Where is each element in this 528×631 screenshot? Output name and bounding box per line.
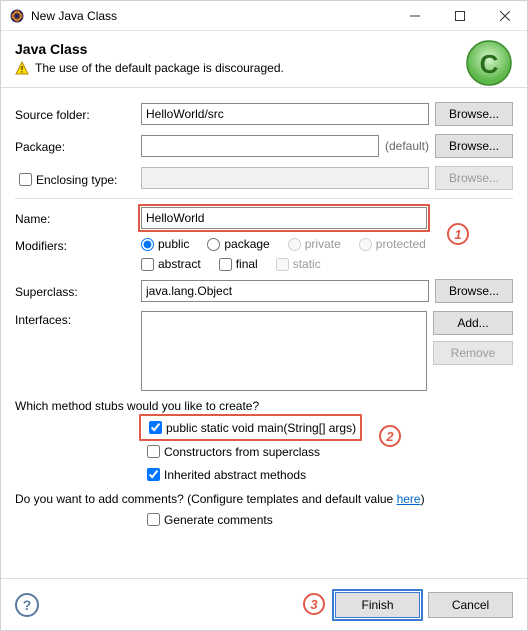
maximize-button[interactable] bbox=[437, 1, 482, 31]
interfaces-remove-button: Remove bbox=[433, 341, 513, 365]
eclipse-icon bbox=[9, 8, 25, 24]
package-input[interactable] bbox=[141, 135, 379, 157]
configure-templates-link[interactable]: here bbox=[397, 492, 421, 506]
interfaces-add-button[interactable]: Add... bbox=[433, 311, 513, 335]
titlebar: New Java Class bbox=[1, 1, 527, 31]
modifier-final-checkbox[interactable]: final bbox=[219, 257, 258, 271]
modifier-protected-radio: protected bbox=[359, 237, 426, 251]
source-folder-input[interactable] bbox=[141, 103, 429, 125]
window-title: New Java Class bbox=[31, 9, 117, 23]
finish-button[interactable]: Finish bbox=[335, 592, 420, 618]
help-icon[interactable]: ? bbox=[15, 593, 39, 617]
method-stubs-question: Which method stubs would you like to cre… bbox=[15, 399, 513, 413]
source-folder-browse-button[interactable]: Browse... bbox=[435, 102, 513, 126]
modifier-private-radio: private bbox=[288, 237, 341, 251]
dialog-header: Java Class The use of the default packag… bbox=[1, 31, 527, 88]
stub-main-checkbox[interactable]: public static void main(String[] args) bbox=[145, 421, 356, 435]
package-default-text: (default) bbox=[385, 139, 429, 153]
enclosing-type-browse-button: Browse... bbox=[435, 166, 513, 190]
enclosing-type-label[interactable]: Enclosing type: bbox=[15, 168, 135, 189]
superclass-browse-button[interactable]: Browse... bbox=[435, 279, 513, 303]
modifiers-label: Modifiers: bbox=[15, 237, 135, 253]
dialog-footer: ? Finish Cancel bbox=[1, 578, 527, 630]
modifier-static-checkbox: static bbox=[276, 257, 321, 271]
comments-question: Do you want to add comments? (Configure … bbox=[15, 492, 513, 506]
minimize-button[interactable] bbox=[392, 1, 437, 31]
class-wizard-icon: C bbox=[463, 37, 515, 89]
header-title: Java Class bbox=[15, 41, 513, 57]
enclosing-type-input bbox=[141, 167, 429, 189]
name-label: Name: bbox=[15, 210, 135, 226]
enclosing-type-checkbox[interactable] bbox=[19, 173, 32, 186]
modifier-public-radio[interactable]: public bbox=[141, 237, 189, 251]
name-input[interactable] bbox=[141, 207, 427, 229]
svg-text:C: C bbox=[480, 49, 499, 79]
interfaces-listbox[interactable] bbox=[141, 311, 427, 391]
superclass-input[interactable] bbox=[141, 280, 429, 302]
superclass-label: Superclass: bbox=[15, 283, 135, 299]
generate-comments-checkbox[interactable]: Generate comments bbox=[143, 513, 273, 527]
package-browse-button[interactable]: Browse... bbox=[435, 134, 513, 158]
header-message: The use of the default package is discou… bbox=[35, 61, 284, 75]
cancel-button[interactable]: Cancel bbox=[428, 592, 513, 618]
source-folder-label: Source folder: bbox=[15, 106, 135, 122]
modifier-abstract-checkbox[interactable]: abstract bbox=[141, 257, 201, 271]
dialog-content: Source folder: Browse... Package: (defau… bbox=[1, 88, 527, 533]
warning-icon bbox=[15, 61, 29, 75]
stub-inherited-checkbox[interactable]: Inherited abstract methods bbox=[143, 468, 306, 482]
interfaces-label: Interfaces: bbox=[15, 311, 135, 327]
stub-constructors-checkbox[interactable]: Constructors from superclass bbox=[143, 445, 320, 459]
package-label: Package: bbox=[15, 138, 135, 154]
close-button[interactable] bbox=[482, 1, 527, 31]
modifier-package-radio[interactable]: package bbox=[207, 237, 269, 251]
